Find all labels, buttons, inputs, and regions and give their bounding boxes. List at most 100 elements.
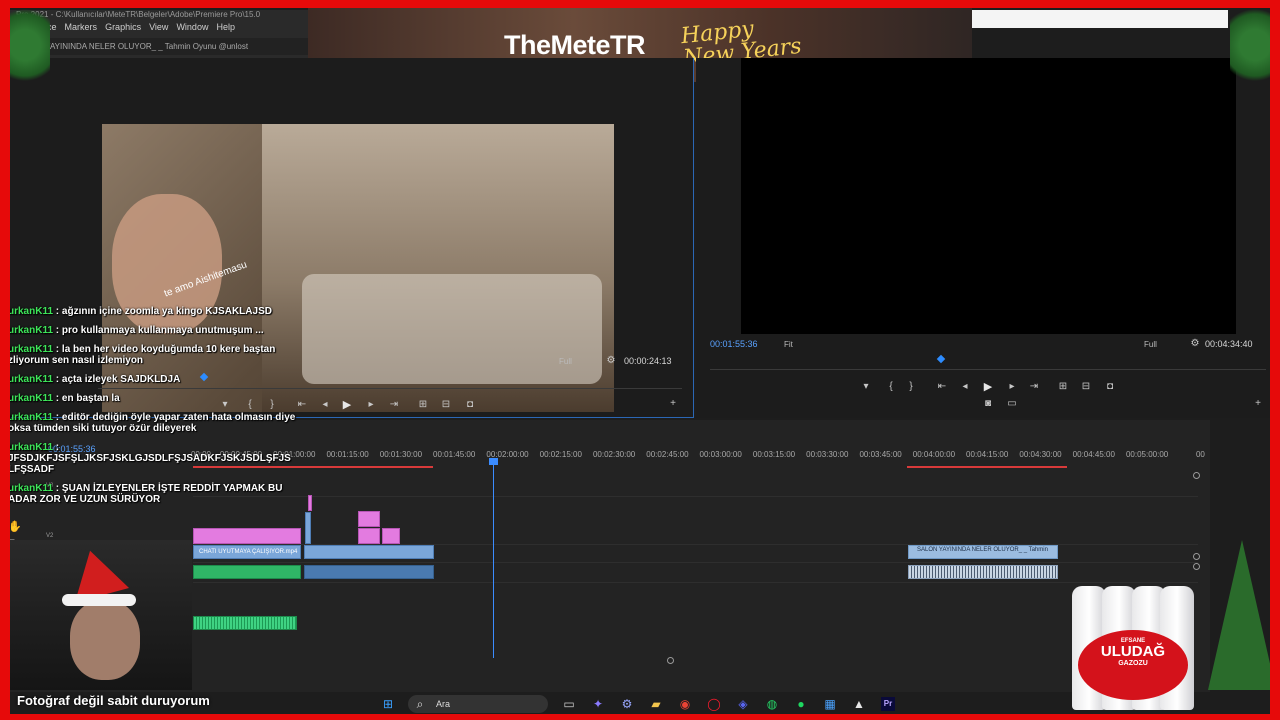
copilot-icon[interactable]: ✦	[591, 697, 605, 711]
chat-text: :	[53, 442, 60, 453]
ruler-tick: 00:05:00:00	[1125, 450, 1169, 459]
premiere-pro-icon[interactable]: Pr	[881, 697, 895, 711]
chat-text: : ŞUAN İZLEYENLER İŞTE REDDİT YAPMAK BU	[53, 483, 283, 494]
timeline-clip[interactable]: CHATI UYUTMAYA ÇALIŞIYOR.mp4	[193, 545, 301, 559]
opera-icon[interactable]: ◯	[707, 697, 721, 711]
add-button-icon[interactable]: +	[666, 398, 680, 409]
program-fit-select[interactable]: Fit	[784, 340, 793, 349]
chrome-icon[interactable]: ◉	[678, 697, 692, 711]
chat-text-continued: LFŞSADF	[8, 464, 55, 475]
play-icon[interactable]: ▶	[981, 380, 995, 393]
chat-text-continued: zliyorum sen nasıl izlemiyon	[8, 355, 144, 366]
add-marker-icon[interactable]: ▾	[859, 381, 873, 392]
track-divider	[193, 582, 1198, 583]
chat-username: urkanK11	[8, 483, 54, 494]
timeline-clip[interactable]	[193, 528, 301, 544]
step-back-icon[interactable]: ◂	[318, 399, 332, 410]
webcam-feed	[10, 540, 192, 690]
search-icon[interactable]: ⌕	[413, 697, 427, 711]
chat-message: urkanK11 : açta izleyek SAJDKLDJA	[8, 374, 308, 385]
timeline-clip[interactable]	[358, 528, 380, 544]
menu-graphics[interactable]: Graphics	[105, 22, 141, 32]
santa-hat-rim	[62, 594, 136, 606]
program-playhead[interactable]	[936, 354, 946, 364]
chat-message: urkanK11 : ağzının içine zoomla ya kingo…	[8, 306, 308, 317]
chat-username: urkanK11	[8, 344, 54, 355]
chat-message: urkanK11 : en baştan la	[8, 393, 308, 404]
file-explorer-icon[interactable]: ▭	[562, 697, 576, 711]
timeline-clip[interactable]	[382, 528, 400, 544]
timeline-clip[interactable]	[305, 512, 311, 544]
play-icon[interactable]: ▶	[340, 398, 354, 411]
ruler-tick: 00:04:00:00	[912, 450, 956, 459]
windows-taskbar: ⊞ Ara ⌕ ▭ ✦ ⚙ ▰ ◉ ◯ ◈ ◍ ● ▦ ▲ Pr	[378, 694, 908, 714]
add-button-icon[interactable]: +	[1251, 398, 1265, 409]
chat-text: : editör dediğin öyle yapar zaten hata o…	[53, 412, 296, 423]
extract-icon[interactable]: ⊟	[1079, 381, 1093, 392]
menu-markers[interactable]: Markers	[65, 22, 98, 32]
overwrite-icon[interactable]: ⊟	[439, 399, 453, 410]
scroll-handle[interactable]	[1193, 472, 1200, 479]
webcam-caption: Fotoğraf değil sabit duruyorum	[17, 693, 210, 708]
spotify-icon[interactable]: ●	[794, 697, 808, 711]
zoom-scroll-handle[interactable]	[667, 657, 674, 664]
go-to-out-icon[interactable]: ⇥	[387, 399, 401, 410]
autodesk-icon[interactable]: ▲	[852, 697, 866, 711]
audio-clip[interactable]	[193, 616, 297, 630]
mark-in-icon[interactable]: {	[884, 381, 898, 392]
audio-clip[interactable]	[193, 565, 301, 579]
ruler-tick: 00:03:15:00	[752, 450, 796, 459]
ruler-tick: 00:04:15:00	[966, 450, 1009, 459]
settings-icon[interactable]: ⚙	[620, 697, 634, 711]
timeline-playhead[interactable]	[489, 458, 498, 658]
menu-window[interactable]: Window	[176, 22, 208, 32]
timeline-clip[interactable]	[358, 511, 380, 527]
program-quality-select[interactable]: Full	[1144, 340, 1157, 349]
scroll-handle[interactable]	[1193, 563, 1200, 570]
scroll-handle[interactable]	[1193, 553, 1200, 560]
source-timecode: 00:00:24:13	[624, 356, 672, 366]
chat-username: urkanK11	[8, 393, 54, 404]
camera-icon[interactable]: ◙	[981, 398, 995, 409]
stream-screen: Pro 2021 - C:\Kullanıcılar\MeteTR\Belgel…	[0, 0, 1280, 720]
frame-left	[0, 0, 10, 720]
whatsapp-icon[interactable]: ◍	[765, 697, 779, 711]
time-ruler[interactable]: 00:00 00:00:45:00 00:01:00:00 00:01:15:00 00…	[191, 448, 1205, 464]
wrench-icon[interactable]: ⚙	[1188, 338, 1202, 349]
mark-out-icon[interactable]: }	[904, 381, 918, 392]
discord-icon[interactable]: ◈	[736, 697, 750, 711]
timeline-clip[interactable]	[304, 545, 434, 559]
program-scrub-bar[interactable]	[710, 369, 1266, 370]
go-to-in-icon[interactable]: ⇤	[935, 381, 949, 392]
taskbar-search[interactable]: Ara	[408, 695, 548, 713]
audio-clip[interactable]	[908, 565, 1058, 579]
step-back-icon[interactable]: ◂	[958, 381, 972, 392]
ruler-tick: 00:04:30:00	[1019, 450, 1062, 459]
program-timecode[interactable]: 00:01:55:36	[710, 339, 758, 349]
camera-icon[interactable]: ◘	[463, 399, 477, 410]
source-quality-select[interactable]: Full	[559, 357, 572, 366]
insert-icon[interactable]: ⊞	[416, 399, 430, 410]
timeline-clip[interactable]	[308, 495, 312, 511]
folder-icon[interactable]: ▰	[649, 697, 663, 711]
compare-icon[interactable]: ▭	[1005, 398, 1019, 409]
windows-start-icon[interactable]: ⊞	[381, 697, 395, 711]
track-v2-label[interactable]: V2	[46, 533, 106, 539]
frame-right	[1270, 0, 1280, 720]
ruler-tick: 00:03:45:00	[859, 450, 902, 459]
frame-top	[0, 0, 1280, 8]
menu-view[interactable]: View	[149, 22, 168, 32]
export-frame-icon[interactable]: ◘	[1103, 381, 1117, 392]
chat-text-continued: JFSDJKFJSFŞLJKSFJSKLGJSDLFŞJSADKFJSKJSDL…	[8, 453, 291, 464]
wrench-icon[interactable]: ⚙	[604, 355, 618, 366]
step-forward-icon[interactable]: ▸	[364, 399, 378, 410]
sequence-tab[interactable]: SALON YAYININDA NELER OLUYOR_ _ Tahmin O…	[10, 38, 310, 55]
lift-icon[interactable]: ⊞	[1056, 381, 1070, 392]
store-icon[interactable]: ▦	[823, 697, 837, 711]
audio-clip[interactable]	[304, 565, 434, 579]
timeline-clip[interactable]: SALON YAYININDA NELER OLUYOR_ _ Tahmin	[908, 545, 1058, 559]
go-to-out-icon[interactable]: ⇥	[1027, 381, 1041, 392]
ruler-tick: 00:01:30:00	[379, 450, 423, 459]
step-forward-icon[interactable]: ▸	[1005, 381, 1019, 392]
menu-help[interactable]: Help	[216, 22, 235, 32]
